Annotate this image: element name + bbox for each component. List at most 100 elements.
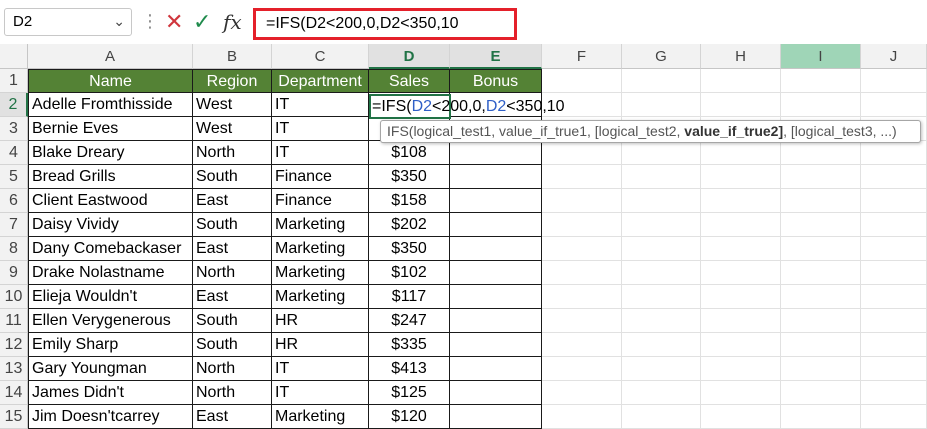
table-cell[interactable]: Marketing <box>272 213 369 237</box>
table-cell[interactable]: Marketing <box>272 405 369 429</box>
table-cell[interactable]: $202 <box>369 213 450 237</box>
table-cell[interactable]: $117 <box>369 285 450 309</box>
empty-cell[interactable] <box>542 333 622 357</box>
table-cell[interactable] <box>450 333 542 357</box>
empty-cell[interactable] <box>701 357 781 381</box>
table-cell[interactable]: HR <box>272 333 369 357</box>
empty-cell[interactable] <box>622 213 701 237</box>
column-header-j[interactable]: J <box>861 44 927 69</box>
table-cell[interactable] <box>450 405 542 429</box>
empty-cell[interactable] <box>861 165 927 189</box>
empty-cell[interactable] <box>861 285 927 309</box>
empty-cell[interactable] <box>542 213 622 237</box>
table-cell[interactable]: $120 <box>369 405 450 429</box>
table-cell[interactable]: Emily Sharp <box>28 333 193 357</box>
row-header-13[interactable]: 13 <box>0 357 28 381</box>
empty-cell[interactable] <box>701 93 781 117</box>
empty-cell[interactable] <box>861 405 927 429</box>
empty-cell[interactable] <box>701 381 781 405</box>
column-header-a[interactable]: A <box>28 44 193 69</box>
column-header-d[interactable]: D <box>369 44 450 69</box>
formula-input[interactable]: =IFS(D2<200,0,D2<350,10 <box>253 8 517 40</box>
empty-cell[interactable] <box>622 69 701 93</box>
empty-cell[interactable] <box>781 261 861 285</box>
table-cell[interactable]: $413 <box>369 357 450 381</box>
row-header-15[interactable]: 15 <box>0 405 28 429</box>
table-cell[interactable]: HR <box>272 309 369 333</box>
empty-cell[interactable] <box>861 141 927 165</box>
empty-cell[interactable] <box>781 285 861 309</box>
empty-cell[interactable] <box>701 261 781 285</box>
column-header-e[interactable]: E <box>450 44 542 69</box>
empty-cell[interactable] <box>542 285 622 309</box>
empty-cell[interactable] <box>542 405 622 429</box>
empty-cell[interactable] <box>861 309 927 333</box>
row-header-14[interactable]: 14 <box>0 381 28 405</box>
table-header-cell[interactable]: Department <box>272 69 369 93</box>
table-cell[interactable] <box>450 309 542 333</box>
empty-cell[interactable] <box>622 261 701 285</box>
empty-cell[interactable] <box>622 285 701 309</box>
empty-cell[interactable] <box>781 333 861 357</box>
row-header-11[interactable]: 11 <box>0 309 28 333</box>
table-cell[interactable]: $158 <box>369 189 450 213</box>
table-cell[interactable]: East <box>193 285 272 309</box>
empty-cell[interactable] <box>781 357 861 381</box>
table-cell[interactable]: Drake Nolastname <box>28 261 193 285</box>
table-cell[interactable]: $350 <box>369 237 450 261</box>
empty-cell[interactable] <box>781 165 861 189</box>
empty-cell[interactable] <box>701 285 781 309</box>
empty-cell[interactable] <box>622 189 701 213</box>
column-header-c[interactable]: C <box>272 44 369 69</box>
empty-cell[interactable] <box>622 333 701 357</box>
table-cell[interactable] <box>450 285 542 309</box>
empty-cell[interactable] <box>861 93 927 117</box>
empty-cell[interactable] <box>701 69 781 93</box>
table-cell[interactable]: North <box>193 141 272 165</box>
table-cell[interactable]: Adelle Fromthisside <box>28 93 193 117</box>
table-header-cell[interactable]: Sales <box>369 69 450 93</box>
empty-cell[interactable] <box>622 141 701 165</box>
empty-cell[interactable] <box>622 237 701 261</box>
empty-cell[interactable] <box>542 189 622 213</box>
empty-cell[interactable] <box>622 309 701 333</box>
table-cell[interactable] <box>450 165 542 189</box>
empty-cell[interactable] <box>542 165 622 189</box>
table-cell[interactable]: Marketing <box>272 261 369 285</box>
empty-cell[interactable] <box>781 141 861 165</box>
table-cell[interactable]: West <box>193 117 272 141</box>
table-cell[interactable]: IT <box>272 117 369 141</box>
table-cell[interactable]: Client Eastwood <box>28 189 193 213</box>
empty-cell[interactable] <box>861 69 927 93</box>
table-cell[interactable]: East <box>193 189 272 213</box>
column-header-i[interactable]: I <box>781 44 861 69</box>
empty-cell[interactable] <box>701 405 781 429</box>
table-cell[interactable]: Daisy Vividy <box>28 213 193 237</box>
table-cell[interactable]: IT <box>272 357 369 381</box>
empty-cell[interactable] <box>781 93 861 117</box>
table-header-cell[interactable]: Name <box>28 69 193 93</box>
column-header-g[interactable]: G <box>622 44 701 69</box>
table-cell[interactable]: Elieja Wouldn't <box>28 285 193 309</box>
empty-cell[interactable] <box>622 381 701 405</box>
row-header-12[interactable]: 12 <box>0 333 28 357</box>
empty-cell[interactable] <box>861 261 927 285</box>
empty-cell[interactable] <box>781 381 861 405</box>
insert-function-icon[interactable]: fx <box>223 8 242 36</box>
empty-cell[interactable] <box>861 381 927 405</box>
table-cell[interactable]: North <box>193 357 272 381</box>
empty-cell[interactable] <box>781 69 861 93</box>
active-cell-editor[interactable]: =IFS(D2<200,0,D2<350,10 <box>369 94 565 119</box>
empty-cell[interactable] <box>542 261 622 285</box>
empty-cell[interactable] <box>861 333 927 357</box>
table-cell[interactable]: Gary Youngman <box>28 357 193 381</box>
table-cell[interactable] <box>450 189 542 213</box>
table-cell[interactable]: South <box>193 165 272 189</box>
table-cell[interactable]: Marketing <box>272 285 369 309</box>
empty-cell[interactable] <box>542 381 622 405</box>
table-cell[interactable]: West <box>193 93 272 117</box>
table-cell[interactable]: Bernie Eves <box>28 117 193 141</box>
table-cell[interactable]: Blake Dreary <box>28 141 193 165</box>
row-header-7[interactable]: 7 <box>0 213 28 237</box>
empty-cell[interactable] <box>701 237 781 261</box>
